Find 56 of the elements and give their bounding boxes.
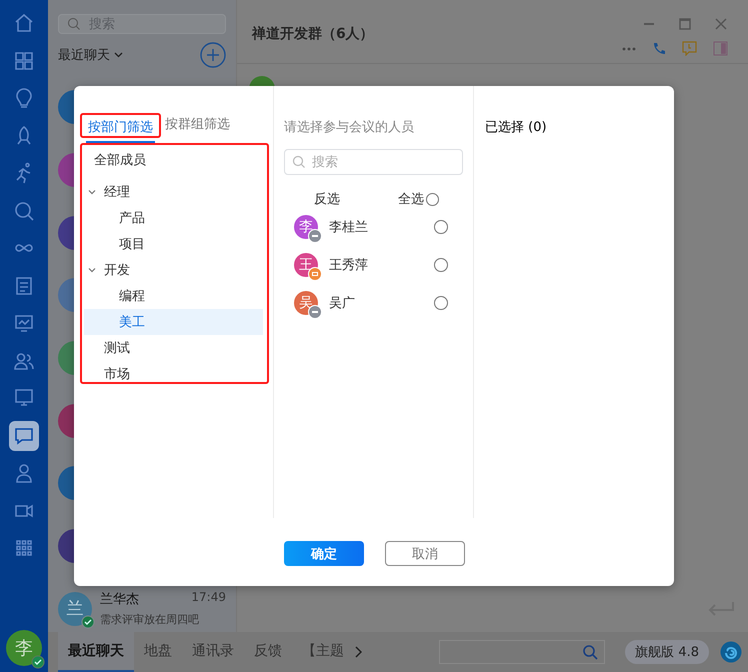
bottom-tab[interactable]: 通讯录 bbox=[182, 632, 244, 672]
user-avatar[interactable]: 李 bbox=[6, 630, 42, 666]
tree-item[interactable]: 美工 bbox=[84, 309, 263, 335]
chevron-right-icon[interactable] bbox=[354, 646, 362, 658]
message-preview: 需求评审放在周四吧 bbox=[100, 612, 200, 628]
chat-icon[interactable] bbox=[9, 420, 39, 450]
invert-selection-button[interactable]: 反选 bbox=[314, 190, 340, 208]
window-title: 禅道开发群（6人） bbox=[252, 25, 374, 43]
more-icon[interactable] bbox=[622, 46, 636, 50]
bottom-tab[interactable]: 地盘 bbox=[134, 632, 182, 672]
filter-tab[interactable]: 按部门筛选 bbox=[86, 116, 155, 142]
maximize-icon[interactable] bbox=[678, 17, 692, 31]
person-radio[interactable] bbox=[434, 258, 448, 272]
person-name: 李桂兰 bbox=[329, 219, 369, 236]
tree-item[interactable]: 产品 bbox=[84, 205, 263, 231]
select-all-label: 全选 bbox=[398, 191, 424, 208]
chevron-icon[interactable] bbox=[87, 187, 97, 197]
tree-item[interactable]: 测试 bbox=[84, 335, 263, 361]
bottom-tab[interactable]: 最近聊天 bbox=[58, 632, 134, 672]
person-radio[interactable] bbox=[434, 296, 448, 310]
search-icon bbox=[67, 17, 81, 31]
caret-icon[interactable] bbox=[114, 52, 123, 58]
person-name: 吴广 bbox=[329, 295, 356, 312]
online-icon bbox=[81, 614, 95, 629]
tree-item[interactable]: 编程 bbox=[84, 283, 263, 309]
close-icon[interactable] bbox=[714, 17, 728, 31]
bottom-tab[interactable]: 反馈 bbox=[244, 632, 292, 672]
contact-name: 兰华杰 bbox=[100, 591, 139, 608]
person-name: 王秀萍 bbox=[329, 257, 369, 274]
bottom-tab[interactable]: 【主题 bbox=[292, 632, 354, 672]
tree-item[interactable]: 项目 bbox=[84, 231, 263, 257]
tree-item[interactable]: 经理 bbox=[84, 179, 263, 205]
filter-tab[interactable]: 按群组筛选 bbox=[163, 111, 232, 139]
phone-icon[interactable] bbox=[652, 42, 666, 56]
tree-item[interactable]: 市场 bbox=[84, 361, 263, 387]
search-icon bbox=[292, 155, 306, 169]
selected-count: 已选择 (0) bbox=[485, 120, 547, 135]
select-all-radio[interactable] bbox=[426, 192, 439, 206]
chat-time: 17:49 bbox=[191, 590, 226, 606]
sidebar-icon[interactable] bbox=[713, 41, 728, 56]
confirm-button[interactable]: 确定 bbox=[284, 541, 364, 566]
panel-title: 请选择参与会议的人员 bbox=[284, 119, 415, 136]
logo-icon bbox=[720, 641, 742, 663]
search-field[interactable]: 搜索 bbox=[284, 149, 463, 175]
chevron-icon[interactable] bbox=[87, 265, 97, 275]
add-icon[interactable] bbox=[200, 42, 226, 68]
search-icon[interactable] bbox=[582, 644, 598, 660]
online-icon bbox=[31, 655, 45, 669]
list-header[interactable]: 最近聊天 bbox=[58, 46, 110, 64]
version-badge: 旗舰版 4.8 bbox=[625, 640, 709, 664]
search-field[interactable] bbox=[439, 640, 606, 664]
tree-item[interactable]: 全部成员 bbox=[84, 147, 263, 173]
tree-item[interactable]: 开发 bbox=[84, 257, 263, 283]
cancel-button[interactable]: 取消 bbox=[385, 541, 465, 566]
avatar: 兰 bbox=[58, 592, 92, 626]
person-radio[interactable] bbox=[434, 220, 448, 234]
